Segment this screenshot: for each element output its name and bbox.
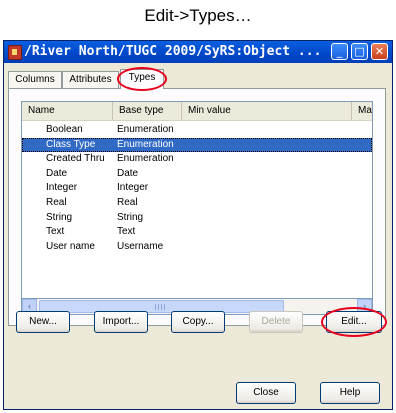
title-bar[interactable]: /River North/TUGC 2009/SyRS:Object ... _… xyxy=(4,41,392,63)
row-base-type-cell: Enumeration xyxy=(117,138,174,150)
edit-button-label: Edit... xyxy=(341,316,367,327)
table-row[interactable]: User name Username xyxy=(22,240,372,254)
row-name-cell: User name xyxy=(46,240,95,252)
row-name-cell: Integer xyxy=(46,182,78,194)
close-button[interactable]: Close xyxy=(236,382,296,404)
row-name-cell: Text xyxy=(46,226,65,238)
table-row[interactable]: Real Real xyxy=(22,196,372,210)
row-base-type-cell: Username xyxy=(117,240,164,252)
scrollbar-grip-icon xyxy=(155,304,165,310)
caption: Edit->Types… xyxy=(144,6,252,25)
table-row[interactable]: Integer Integer xyxy=(22,181,372,195)
row-base-type-cell: String xyxy=(117,211,144,223)
types-tab-panel: Name Base type Min value Ma Boolean Enume… xyxy=(8,88,386,326)
new-button[interactable]: New... xyxy=(16,311,70,333)
types-dialog-window: /River North/TUGC 2009/SyRS:Object ... _… xyxy=(3,40,393,410)
tab-attributes-label: Attributes xyxy=(69,74,112,85)
tab-types[interactable]: Types xyxy=(117,67,167,91)
help-button[interactable]: Help xyxy=(320,382,380,404)
column-header-base-type[interactable]: Base type xyxy=(113,102,182,120)
window-title: /River North/TUGC 2009/SyRS:Object ... xyxy=(24,44,319,59)
tab-columns-label: Columns xyxy=(15,74,55,85)
types-list[interactable]: Name Base type Min value Ma Boolean Enume… xyxy=(21,101,373,299)
edit-button[interactable]: Edit... xyxy=(321,307,387,337)
tab-types-label: Types xyxy=(128,72,156,83)
tab-columns[interactable]: Columns xyxy=(8,71,62,88)
row-base-type-cell: Text xyxy=(117,226,136,238)
app-icon xyxy=(8,45,22,60)
column-header-max-value[interactable]: Ma xyxy=(352,102,372,120)
row-name-cell: Created Thru xyxy=(46,153,105,165)
row-base-type-cell: Real xyxy=(117,197,138,208)
row-name-cell: Real xyxy=(46,197,67,208)
row-base-type-cell: Integer xyxy=(117,182,149,194)
maximize-button[interactable]: □ xyxy=(351,43,368,60)
scrollbar-thumb[interactable] xyxy=(39,300,284,313)
column-header-name[interactable]: Name xyxy=(22,102,113,120)
row-name-cell: Date xyxy=(46,167,68,179)
row-name-cell: Class Type xyxy=(46,138,96,150)
row-name-cell: String xyxy=(46,211,73,223)
table-row[interactable]: Text Text xyxy=(22,225,372,239)
delete-button[interactable]: Delete xyxy=(249,311,303,333)
row-base-type-cell: Enumeration xyxy=(117,124,174,135)
column-header-min-value[interactable]: Min value xyxy=(182,102,352,120)
row-base-type-cell: Date xyxy=(117,167,139,179)
row-base-type-cell: Enumeration xyxy=(117,153,174,165)
import-button[interactable]: Import... xyxy=(94,311,148,333)
table-row[interactable]: Boolean Enumeration xyxy=(22,123,372,137)
table-row[interactable]: Date Date xyxy=(22,167,372,181)
tab-attributes[interactable]: Attributes xyxy=(62,71,119,88)
table-row[interactable]: Created Thru Enumeration xyxy=(22,152,372,166)
row-name-cell: Boolean xyxy=(46,124,83,135)
close-window-button[interactable]: ✕ xyxy=(371,43,388,60)
table-row[interactable]: Class Type Enumeration xyxy=(22,137,372,152)
list-header: Name Base type Min value Ma xyxy=(22,102,372,121)
minimize-button[interactable]: _ xyxy=(331,43,348,60)
copy-button[interactable]: Copy... xyxy=(171,311,225,333)
table-row[interactable]: String String xyxy=(22,211,372,225)
